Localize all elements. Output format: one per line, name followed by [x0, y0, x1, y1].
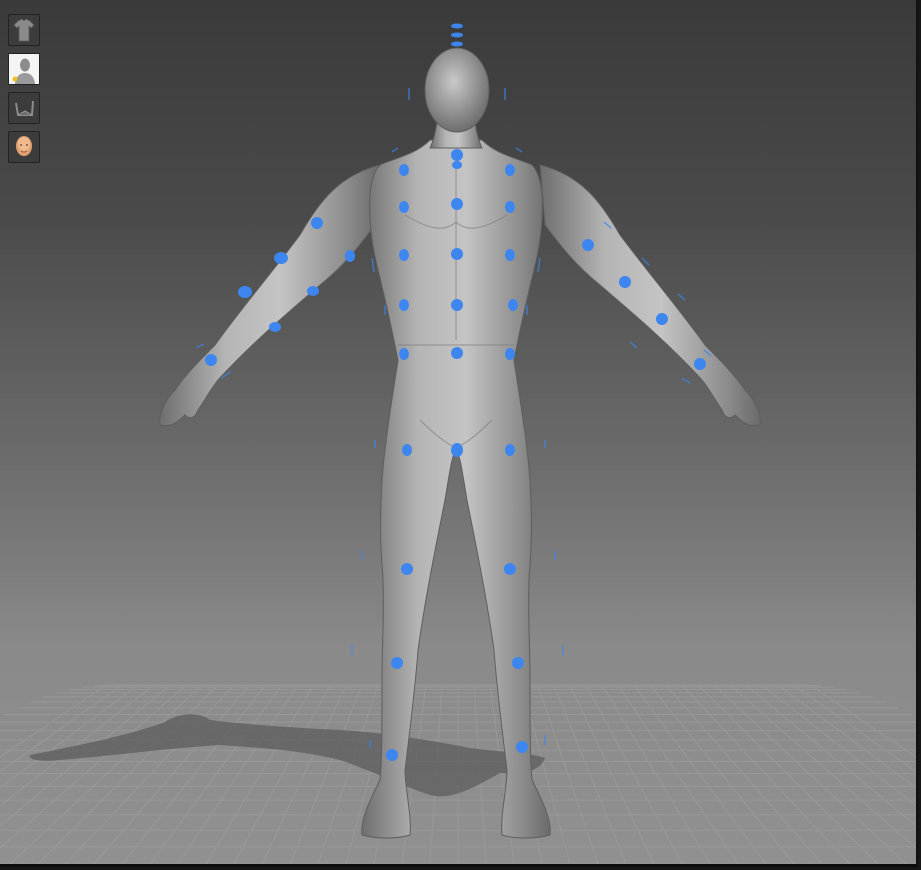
face-button[interactable]	[8, 131, 40, 163]
model-shadow	[29, 714, 546, 797]
control-point[interactable]	[508, 299, 518, 311]
scene-canvas[interactable]	[0, 0, 916, 864]
control-point[interactable]	[399, 249, 409, 261]
control-point[interactable]	[451, 41, 463, 47]
control-point[interactable]	[505, 444, 515, 456]
control-point[interactable]	[451, 32, 463, 38]
tshirt-icon	[13, 18, 35, 42]
3d-viewport[interactable]	[0, 0, 918, 867]
control-point[interactable]	[512, 657, 524, 669]
bust-icon	[9, 54, 39, 84]
control-point[interactable]	[451, 248, 463, 260]
floor-box-icon	[15, 100, 34, 116]
control-point[interactable]	[505, 348, 515, 360]
control-point[interactable]	[238, 286, 252, 298]
control-point[interactable]	[694, 358, 706, 370]
control-point[interactable]	[504, 563, 516, 575]
control-point[interactable]	[269, 322, 281, 332]
control-point[interactable]	[582, 239, 594, 251]
control-point[interactable]	[451, 198, 463, 210]
control-point[interactable]	[656, 313, 668, 325]
clothes-button[interactable]	[8, 14, 40, 46]
control-point[interactable]	[386, 749, 398, 761]
control-point[interactable]	[619, 276, 631, 288]
side-toolbar	[8, 14, 42, 170]
control-point[interactable]	[399, 201, 409, 213]
control-point[interactable]	[516, 741, 528, 753]
face-icon	[16, 136, 32, 156]
body-model-button[interactable]	[8, 53, 40, 85]
control-point[interactable]	[451, 23, 463, 29]
control-point[interactable]	[505, 164, 515, 176]
control-point[interactable]	[307, 286, 319, 296]
control-point[interactable]	[452, 161, 462, 169]
control-point[interactable]	[274, 252, 288, 264]
control-point[interactable]	[345, 250, 355, 262]
control-point[interactable]	[399, 348, 409, 360]
environment-button[interactable]	[8, 92, 40, 124]
control-point[interactable]	[311, 217, 323, 229]
control-point[interactable]	[451, 299, 463, 311]
control-point[interactable]	[205, 354, 217, 366]
control-point[interactable]	[451, 149, 463, 161]
control-point[interactable]	[399, 164, 409, 176]
control-point[interactable]	[451, 347, 463, 359]
control-point[interactable]	[399, 299, 409, 311]
control-point[interactable]	[402, 444, 412, 456]
control-point[interactable]	[451, 443, 463, 457]
control-point[interactable]	[391, 657, 403, 669]
control-point[interactable]	[505, 249, 515, 261]
control-point[interactable]	[505, 201, 515, 213]
control-point[interactable]	[401, 563, 413, 575]
